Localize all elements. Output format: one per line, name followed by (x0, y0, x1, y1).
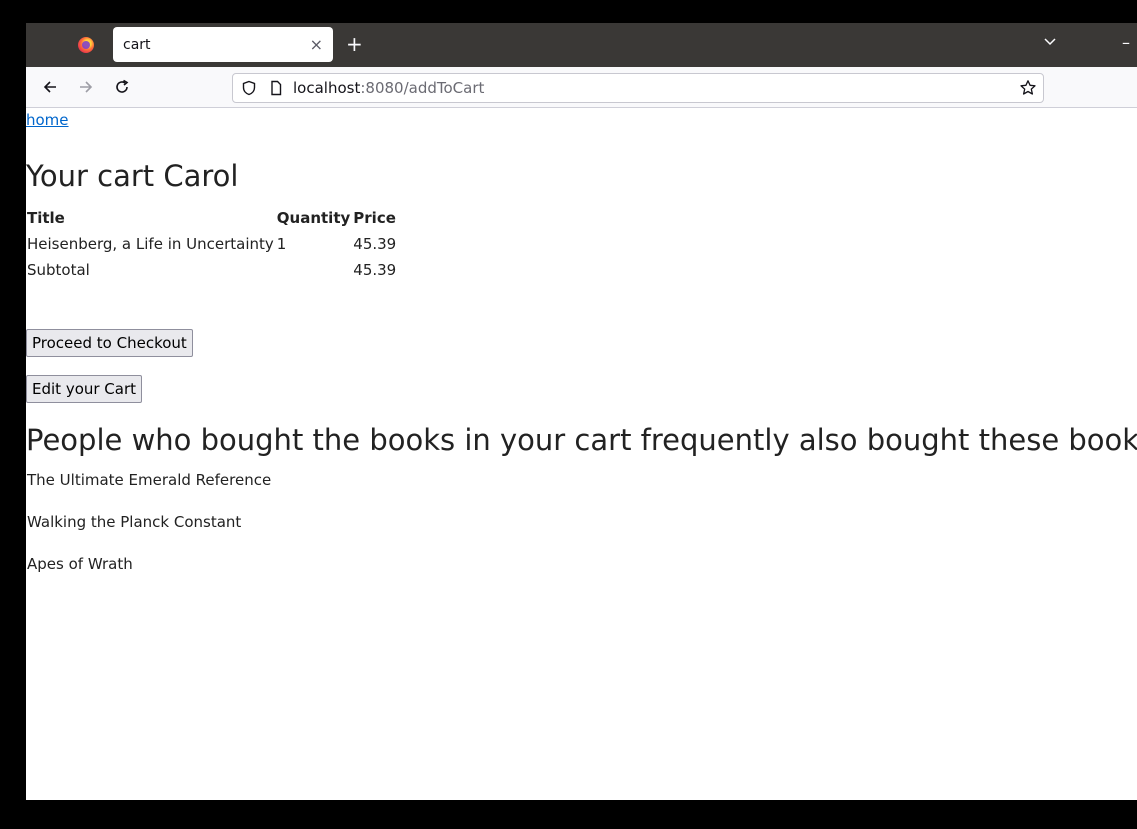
table-header-row: Title Quantity Price (26, 205, 398, 231)
subtotal-label: Subtotal (27, 261, 90, 279)
close-icon[interactable]: × (310, 36, 323, 53)
subtotal-value: 45.39 (353, 261, 397, 279)
tab-title: cart (123, 36, 151, 53)
column-header-title: Title (27, 209, 65, 227)
url-bar[interactable]: localhost:8080/addToCart (232, 73, 1044, 103)
page-content: home Your cart Carol Title Quantity Pric… (26, 109, 1137, 800)
cell-price: 45.39 (353, 235, 397, 253)
back-arrow-icon[interactable] (39, 76, 61, 98)
shield-icon[interactable] (241, 80, 257, 96)
list-item: The Ultimate Emerald Reference (27, 471, 272, 489)
url-host: localhost (293, 79, 361, 97)
edit-cart-button[interactable]: Edit your Cart (26, 375, 143, 403)
list-item: Walking the Planck Constant (27, 513, 242, 531)
cell-quantity: 1 (276, 235, 287, 253)
tab-bar: cart × + – (26, 23, 1137, 67)
tab-cart[interactable]: cart × (113, 27, 333, 62)
firefox-logo-icon (78, 37, 94, 53)
reload-icon[interactable] (111, 76, 133, 98)
navigation-bar: localhost:8080/addToCart (26, 67, 1137, 108)
cart-table: Title Quantity Price Heisenberg, a Life … (26, 205, 398, 283)
minimize-icon[interactable]: – (1122, 33, 1130, 52)
column-header-quantity: Quantity (276, 209, 351, 227)
forward-arrow-icon[interactable] (75, 76, 97, 98)
star-icon[interactable] (1019, 79, 1037, 97)
subtotal-empty-cell (276, 257, 353, 283)
url-text[interactable]: localhost:8080/addToCart (293, 80, 484, 97)
url-path: :8080/addToCart (360, 79, 485, 97)
table-row: Heisenberg, a Life in Uncertainty 1 45.3… (26, 231, 398, 257)
page-title: Your cart Carol (26, 159, 239, 193)
cell-title: Heisenberg, a Life in Uncertainty (27, 235, 274, 253)
recommendations-heading: People who bought the books in your cart… (26, 423, 1137, 457)
home-link[interactable]: home (26, 111, 69, 129)
column-header-price: Price (353, 209, 396, 227)
page-icon[interactable] (268, 80, 284, 96)
chevron-down-icon[interactable] (1044, 35, 1056, 47)
list-item: Apes of Wrath (27, 555, 133, 573)
browser-window: cart × + – localhost:8080/addToCart home… (26, 23, 1137, 800)
subtotal-row: Subtotal 45.39 (26, 257, 398, 283)
plus-icon[interactable]: + (346, 33, 363, 55)
proceed-to-checkout-button[interactable]: Proceed to Checkout (26, 329, 193, 357)
